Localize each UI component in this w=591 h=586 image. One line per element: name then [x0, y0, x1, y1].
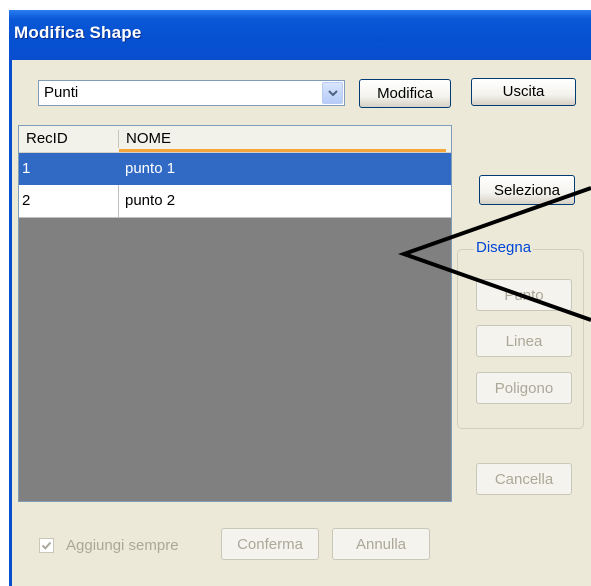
annotation-arrow	[397, 186, 591, 322]
